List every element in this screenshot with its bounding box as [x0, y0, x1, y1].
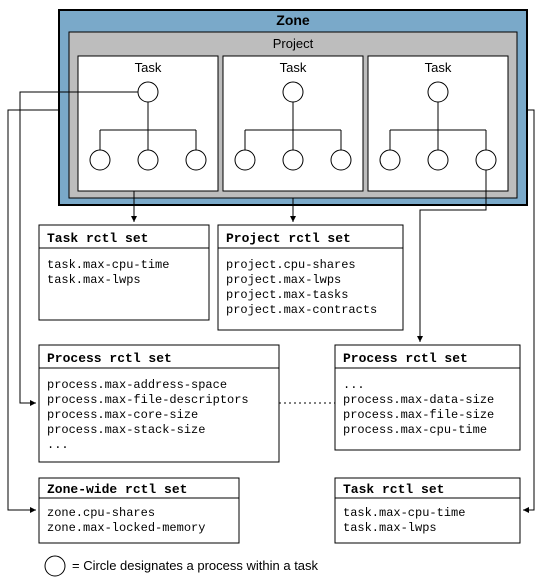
zone-title: Zone [276, 12, 310, 28]
legend: = Circle designates a process within a t… [45, 556, 319, 576]
task-rctl-left-box: Task rctl set task.max-cpu-time task.max… [39, 225, 209, 320]
process-rctl-left-box: Process rctl set process.max-address-spa… [39, 345, 279, 462]
process-circle [235, 150, 255, 170]
process-circle [90, 150, 110, 170]
task-label-1: Task [135, 60, 162, 75]
process-circle [428, 82, 448, 102]
prr3: process.max-cpu-time [343, 423, 487, 437]
trr0: task.max-cpu-time [343, 506, 465, 520]
project-rctl-title: Project rctl set [226, 231, 351, 246]
zw1: zone.max-locked-memory [47, 521, 205, 535]
zw0: zone.cpu-shares [47, 506, 155, 520]
prj-line2: project.max-tasks [226, 288, 348, 302]
legend-text: = Circle designates a process within a t… [72, 558, 319, 573]
pll0: process.max-address-space [47, 378, 227, 392]
pll2: process.max-core-size [47, 408, 198, 422]
process-circle [186, 150, 206, 170]
prj-line1: project.max-lwps [226, 273, 341, 287]
prj-line3: project.max-contracts [226, 303, 377, 317]
pll3: process.max-stack-size [47, 423, 205, 437]
process-circle [331, 150, 351, 170]
task-box-1: Task [78, 56, 218, 191]
process-rctl-right-title: Process rctl set [343, 351, 468, 366]
prr0: ... [343, 378, 365, 392]
process-circle [476, 150, 496, 170]
process-circle [283, 150, 303, 170]
process-circle [428, 150, 448, 170]
task-rctl-right-box: Task rctl set task.max-cpu-time task.max… [335, 478, 520, 543]
zone-wide-box: Zone-wide rctl set zone.cpu-shares zone.… [39, 478, 239, 543]
task-rctl-right-title: Task rctl set [343, 482, 444, 497]
prr1: process.max-data-size [343, 393, 494, 407]
task-label-3: Task [425, 60, 452, 75]
project-rctl-box: Project rctl set project.cpu-shares proj… [218, 225, 403, 330]
process-circle [380, 150, 400, 170]
process-circle [138, 82, 158, 102]
trr1: task.max-lwps [343, 521, 437, 535]
prj-line0: project.cpu-shares [226, 258, 356, 272]
prr2: process.max-file-size [343, 408, 494, 422]
trl-line0: task.max-cpu-time [47, 258, 169, 272]
legend-circle-icon [45, 556, 65, 576]
process-circle [138, 150, 158, 170]
process-rctl-left-title: Process rctl set [47, 351, 172, 366]
project-title: Project [273, 36, 314, 51]
task-label-2: Task [280, 60, 307, 75]
pll1: process.max-file-descriptors [47, 393, 249, 407]
pll4: ... [47, 438, 69, 452]
trl-line1: task.max-lwps [47, 273, 141, 287]
task-box-2: Task [223, 56, 363, 191]
process-circle [283, 82, 303, 102]
task-rctl-left-title: Task rctl set [47, 231, 148, 246]
task-box-3: Task [368, 56, 508, 191]
zone-wide-title: Zone-wide rctl set [47, 482, 187, 497]
process-rctl-right-box: Process rctl set ... process.max-data-si… [335, 345, 520, 450]
